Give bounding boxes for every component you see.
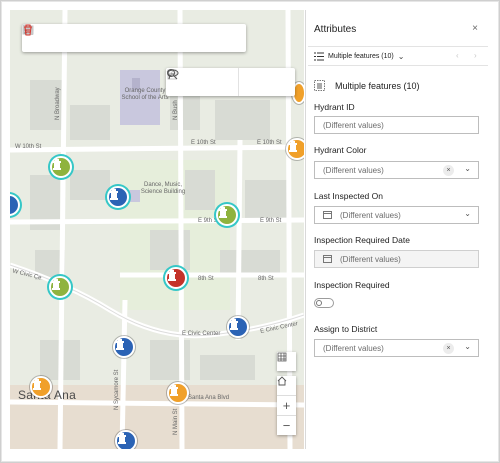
basemap-gallery-icon[interactable] <box>277 352 296 371</box>
hydrant-marker-red[interactable] <box>165 267 187 289</box>
field-label: Hydrant ID <box>314 102 355 112</box>
zoom-in-icon[interactable]: + <box>277 396 296 416</box>
hydrant-id-input[interactable]: (Different values) <box>314 116 479 134</box>
last-inspected-value: (Different values) <box>340 210 401 220</box>
copy-icon[interactable] <box>22 24 218 52</box>
field-label: Hydrant Color <box>314 145 367 155</box>
feature-selector-bar: Multiple features (10) ⌄ ‹ › <box>308 46 488 66</box>
hydrant-color-select[interactable]: (Different values) × ⌄ <box>314 161 479 179</box>
search-icon[interactable] <box>167 68 295 96</box>
hydrant-marker-orange[interactable] <box>286 138 304 160</box>
clear-icon[interactable]: × <box>443 165 454 176</box>
street-label: E Civic Center <box>182 331 221 337</box>
feature-selector-dropdown[interactable]: Multiple features (10) <box>328 53 394 60</box>
lasso-select-icon[interactable] <box>167 68 267 96</box>
home-icon[interactable] <box>277 376 296 396</box>
street-label: N Broadway <box>55 87 61 120</box>
inspection-required-date-input[interactable]: (Different values) <box>314 250 479 268</box>
feature-heading-label: Multiple features (10) <box>335 80 420 91</box>
hydrant-marker-orange[interactable] <box>30 376 52 398</box>
split-icon[interactable] <box>22 24 162 52</box>
poi-label: Orange County School of the Arts <box>121 88 169 101</box>
inspection-required-date-value: (Different values) <box>340 254 401 264</box>
street-label: E 10th St <box>257 140 282 146</box>
field-label: Last Inspected On <box>314 191 383 201</box>
street-label: N Sycamore St <box>114 369 120 410</box>
close-icon[interactable]: × <box>472 23 478 34</box>
list-icon <box>314 52 324 60</box>
multiple-features-icon <box>314 80 325 91</box>
hydrant-marker-blue[interactable] <box>113 336 135 358</box>
calendar-icon <box>323 255 332 263</box>
dropdown-icon[interactable] <box>166 68 238 96</box>
assign-district-select[interactable]: (Different values) × ⌄ <box>314 339 479 357</box>
hydrant-marker-green[interactable] <box>216 204 238 226</box>
basemap-control <box>277 352 296 371</box>
street-label: E 9th St <box>260 218 282 224</box>
chevron-down-icon[interactable]: ⌄ <box>398 52 405 61</box>
clear-icon[interactable]: × <box>443 343 454 354</box>
previous-feature-icon[interactable]: ‹ <box>456 51 459 60</box>
hydrant-marker-green[interactable] <box>49 276 71 298</box>
hydrant-id-value: (Different values) <box>323 120 384 130</box>
field-label: Inspection Required Date <box>314 235 410 245</box>
field-label: Inspection Required <box>314 280 390 290</box>
chevron-down-icon[interactable]: ⌄ <box>464 209 471 218</box>
hydrant-color-value: (Different values) <box>323 165 384 175</box>
street-label: N Bush <box>173 100 179 120</box>
last-inspected-date-input[interactable]: (Different values) ⌄ <box>314 206 479 224</box>
feature-heading: Multiple features (10) <box>314 80 420 91</box>
next-feature-icon[interactable]: › <box>474 51 477 60</box>
reshape-icon[interactable] <box>23 24 134 52</box>
street-label: W 10th St <box>15 144 42 150</box>
chevron-down-icon[interactable]: ⌄ <box>464 342 471 351</box>
hydrant-marker-green[interactable] <box>50 156 72 178</box>
hydrant-marker-blue[interactable] <box>107 186 129 208</box>
zoom-out-icon[interactable]: − <box>277 416 296 435</box>
calendar-icon <box>323 211 332 219</box>
attributes-panel: Attributes × Multiple features (10) ⌄ ‹ … <box>305 10 490 449</box>
street-label: N Main St <box>173 408 179 435</box>
select-toolbar <box>166 68 295 96</box>
delete-icon[interactable] <box>24 24 246 52</box>
street-label: E 10th St <box>191 140 216 146</box>
street-label: 8th St <box>198 276 214 282</box>
street-label: Santa Ana Blvd <box>188 395 230 401</box>
field-label: Assign to District <box>314 324 378 334</box>
inspection-required-toggle[interactable] <box>314 298 334 308</box>
street-label: 8th St <box>258 276 274 282</box>
zoom-control: + − <box>277 376 296 435</box>
hydrant-marker-blue[interactable] <box>227 316 249 338</box>
assign-district-value: (Different values) <box>323 343 384 353</box>
align-icon[interactable] <box>23 24 78 52</box>
move-icon[interactable] <box>22 24 106 52</box>
poi-label: Dance, Music, Science Building <box>140 182 186 195</box>
chevron-down-icon[interactable]: ⌄ <box>464 164 471 173</box>
hydrant-marker-blue[interactable] <box>115 430 137 449</box>
panel-title: Attributes <box>314 24 357 35</box>
paste-icon[interactable] <box>167 68 222 96</box>
hydrant-marker-orange[interactable] <box>167 382 189 404</box>
map-view[interactable]: W 10th St E 10th St E 10th St E 9th St E… <box>10 10 304 449</box>
merge-icon[interactable] <box>23 24 190 52</box>
edit-toolbar <box>22 24 246 52</box>
